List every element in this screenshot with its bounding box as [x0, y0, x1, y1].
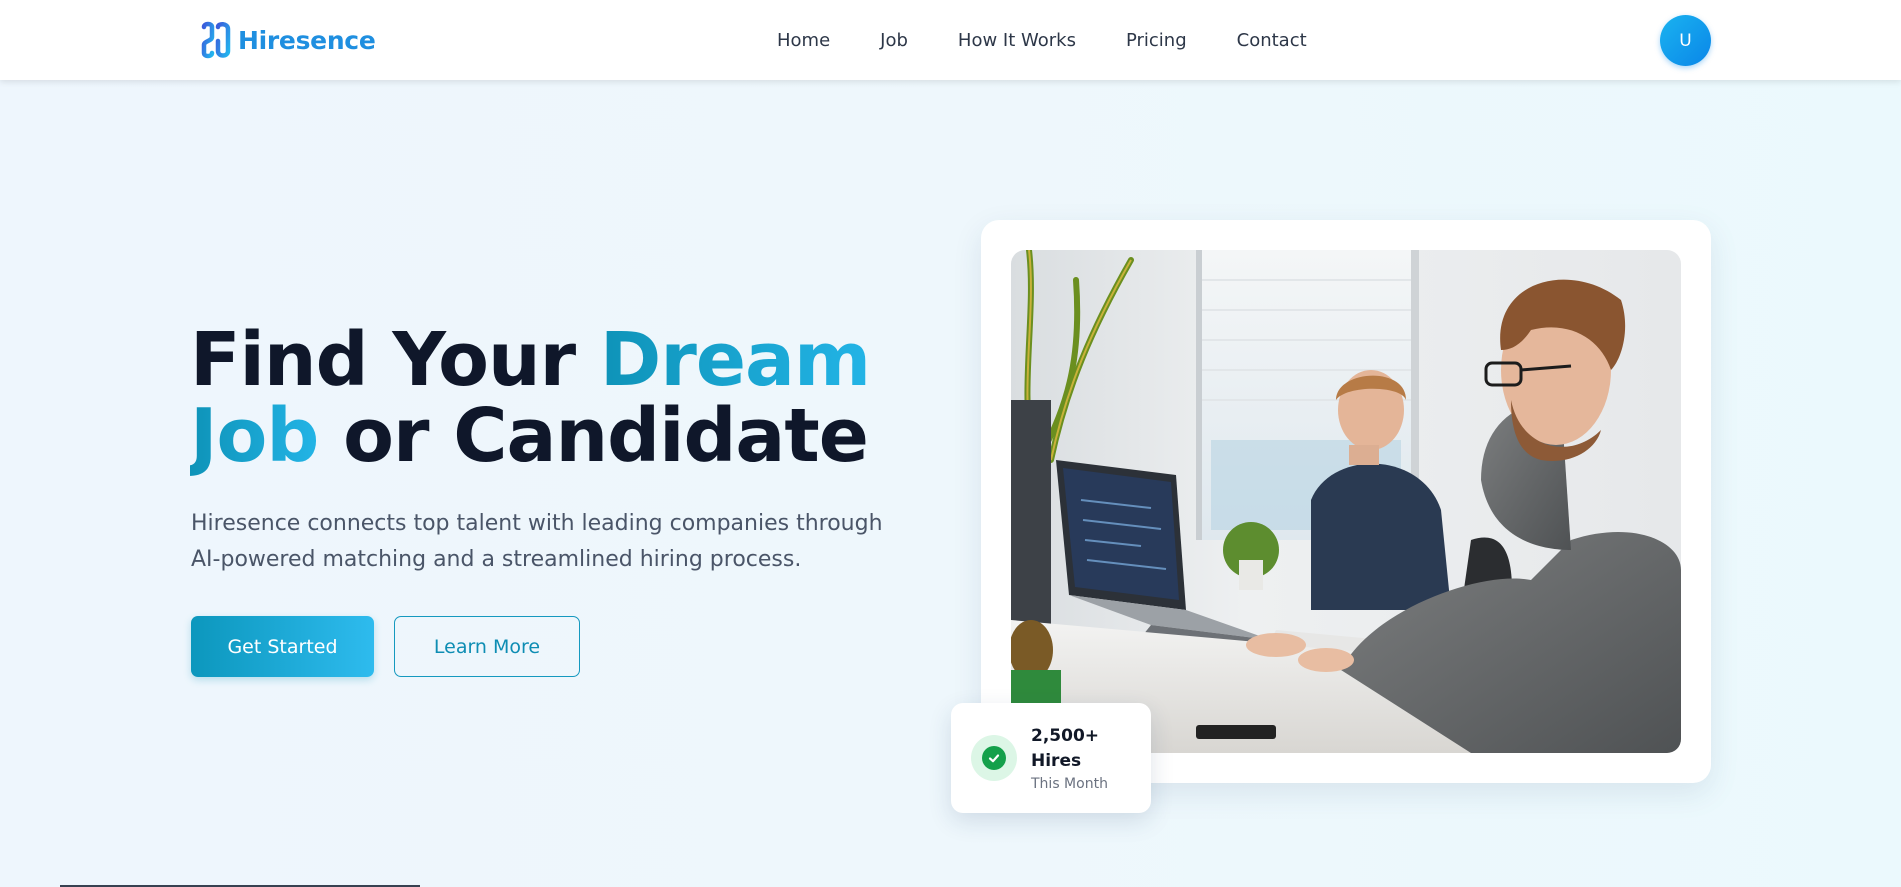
stat-value: 2,500+ Hires [1031, 726, 1100, 771]
main-nav: Home Job How It Works Pricing Contact [777, 0, 1307, 80]
nav-link-job[interactable]: Job [880, 30, 908, 51]
top-navbar: Hiresence Home Job How It Works Pricing … [0, 0, 1901, 80]
hires-stat-card: 2,500+ Hires This Month [951, 703, 1151, 813]
stat-icon-wrap [971, 735, 1017, 781]
hero-title-accent-job: Job [190, 393, 319, 479]
nav-link-how-it-works[interactable]: How It Works [958, 30, 1076, 51]
checkmark-icon [988, 754, 1000, 763]
stat-label: This Month [1031, 776, 1108, 792]
check-circle-icon [982, 746, 1006, 770]
hero-title-part2: or Candidate [318, 393, 869, 479]
hero-title-part1: Find Your [190, 317, 600, 403]
hero-image-card [981, 220, 1711, 783]
nav-link-pricing[interactable]: Pricing [1126, 30, 1187, 51]
hero-subtitle: Hiresence connects top talent with leadi… [191, 511, 883, 572]
get-started-button[interactable]: Get Started [191, 616, 374, 677]
office-photo [1011, 250, 1681, 753]
brand-name: Hiresence [238, 25, 376, 55]
hero-title: Find Your Dream Job or Candidate [190, 322, 950, 474]
brand-logo[interactable]: Hiresence [200, 20, 376, 60]
nav-link-contact[interactable]: Contact [1237, 30, 1307, 51]
nav-link-home[interactable]: Home [777, 30, 830, 51]
hero-title-accent-dream: Dream [599, 317, 871, 403]
user-avatar[interactable]: U [1660, 15, 1711, 66]
learn-more-button[interactable]: Learn More [394, 616, 580, 677]
logo-mark-icon [201, 21, 231, 59]
